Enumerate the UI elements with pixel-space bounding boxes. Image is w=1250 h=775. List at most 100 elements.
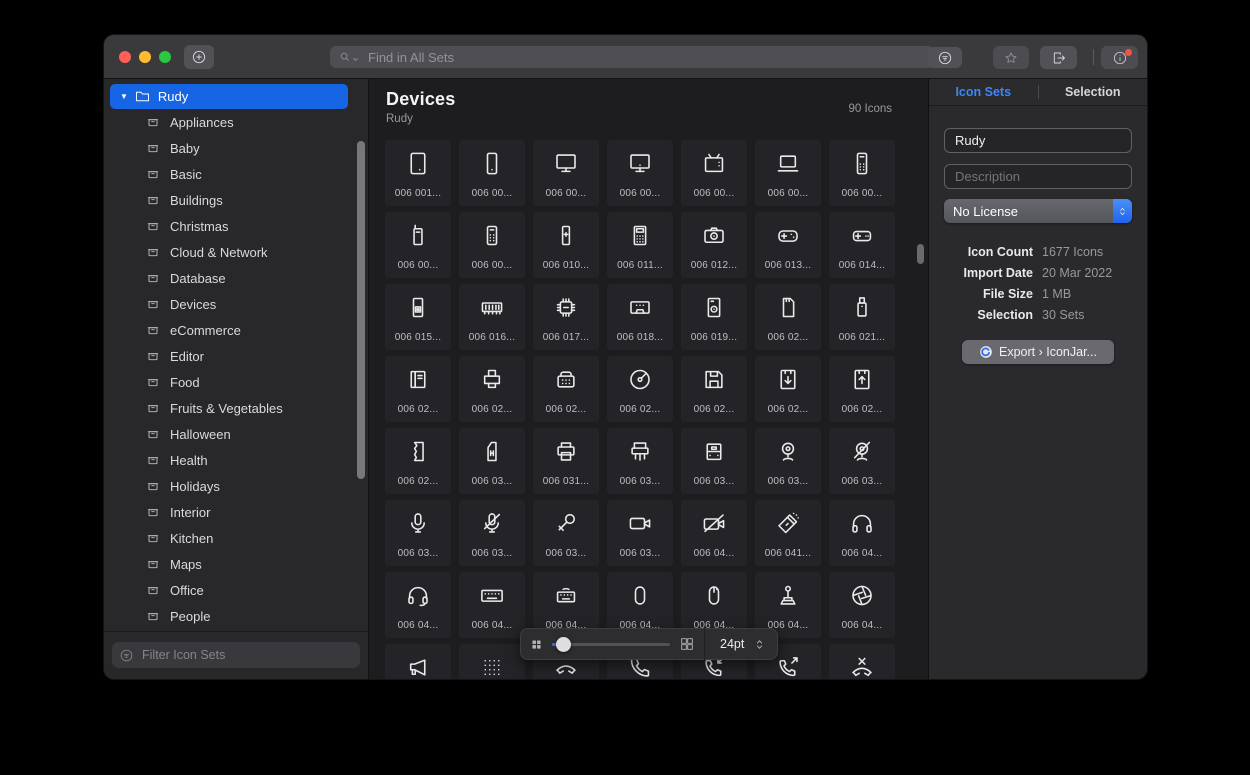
icon-tile[interactable]: 006 014... [829,212,895,278]
icon-tile[interactable]: 006 011... [607,212,673,278]
icon-tile[interactable]: 006 02... [385,428,451,494]
icon-tile[interactable]: 006 017... [533,284,599,350]
icon-tile[interactable]: 006 03... [829,428,895,494]
sidebar-item-health[interactable]: Health [104,447,368,473]
icon-tile[interactable]: 006 021... [829,284,895,350]
sidebar-item-maps[interactable]: Maps [104,551,368,577]
icon-tile[interactable]: 006 03... [385,500,451,566]
icon-tile[interactable]: 006 018... [607,284,673,350]
sidebar-item-label: Food [170,375,200,390]
icon-tile[interactable]: 006 02... [829,356,895,422]
main-scrollbar[interactable] [917,244,924,264]
slider-thumb[interactable] [556,637,571,652]
icon-tile[interactable]: 006 04... [829,572,895,638]
sidebar-item-editor[interactable]: Editor [104,343,368,369]
icon-tile[interactable]: 006 031... [533,428,599,494]
detail-value: 30 Sets [1042,308,1084,322]
sort-filter-button[interactable] [928,47,962,68]
zoom-button[interactable] [159,51,171,63]
sidebar-item-fruits-vegetables[interactable]: Fruits & Vegetables [104,395,368,421]
icon-tile[interactable]: 006 03... [459,428,525,494]
icon-tile[interactable]: 006 03... [607,500,673,566]
sidebar-item-food[interactable]: Food [104,369,368,395]
sidebar-item-people[interactable]: People [104,603,368,629]
icon-tile[interactable]: 006 00... [755,140,821,206]
icon-tile[interactable]: 006 03... [607,428,673,494]
icon-tile[interactable]: 006 00... [607,140,673,206]
icon-tile[interactable]: 006 02... [755,284,821,350]
icon-tile[interactable]: 006 02... [681,356,747,422]
detail-row: Import Date20 Mar 2022 [929,262,1147,283]
icon-tile[interactable]: 006 02... [385,356,451,422]
icon-tile[interactable]: 006 041... [755,500,821,566]
set-name-input[interactable] [953,132,1123,149]
sidebar-item-buildings[interactable]: Buildings [104,187,368,213]
icon-tile[interactable]: 006 016... [459,284,525,350]
icon-tile[interactable]: 006 00... [533,140,599,206]
search-input[interactable] [366,49,926,66]
icon-tile[interactable]: 006 04... [385,572,451,638]
sidebar-item-rudy[interactable]: ▼ Rudy [110,84,348,109]
icon-tile[interactable]: 006 00... [459,212,525,278]
export-iconjar-button[interactable]: Export › IconJar... [962,340,1114,364]
icon-tile[interactable] [829,644,895,679]
icon-tile[interactable]: 006 04... [459,572,525,638]
close-button[interactable] [119,51,131,63]
icon-tile[interactable] [459,644,525,679]
icon-tile[interactable]: 006 010... [533,212,599,278]
icon-tile[interactable]: 006 013... [755,212,821,278]
sidebar-item-ecommerce[interactable]: eCommerce [104,317,368,343]
icon-tile[interactable]: 006 00... [829,140,895,206]
sidebar-item-christmas[interactable]: Christmas [104,213,368,239]
icon-tile[interactable]: 006 03... [533,500,599,566]
tab-selection[interactable]: Selection [1039,85,1148,99]
sidebar-item-interior[interactable]: Interior [104,499,368,525]
sidebar-item-office[interactable]: Office [104,577,368,603]
icon-tile[interactable]: 006 04... [829,500,895,566]
icon-tile[interactable]: 006 02... [459,356,525,422]
icon-tile[interactable]: 006 019... [681,284,747,350]
sidebar-item-appliances[interactable]: Appliances [104,109,368,135]
sidebar-item-halloween[interactable]: Halloween [104,421,368,447]
disclosure-triangle-icon[interactable]: ▼ [120,92,128,101]
icon-tile[interactable]: 006 00... [385,212,451,278]
icon-tile[interactable]: 006 02... [533,356,599,422]
icon-tile[interactable]: 006 015... [385,284,451,350]
icon-tile[interactable]: 006 03... [681,428,747,494]
set-name-field[interactable] [944,128,1132,153]
icon-tile[interactable]: 006 00... [459,140,525,206]
icon-tile[interactable] [385,644,451,679]
sidebar-item-devices[interactable]: Devices [104,291,368,317]
sidebar-item-basic[interactable]: Basic [104,161,368,187]
icon-tile[interactable]: 006 03... [459,500,525,566]
export-toolbar-button[interactable] [1040,46,1077,69]
icon-tile[interactable]: 006 02... [755,356,821,422]
tab-icon-sets[interactable]: Icon Sets [929,85,1038,99]
sidebar-item-database[interactable]: Database [104,265,368,291]
icon-size-slider[interactable] [552,636,670,652]
filter-input[interactable] [140,647,353,663]
grid-large-icon [670,636,695,652]
remote-numpad-icon [849,150,876,177]
icon-tile[interactable]: 006 02... [607,356,673,422]
icon-tile[interactable]: 006 03... [755,428,821,494]
license-select[interactable]: No License [944,199,1132,223]
filter-field[interactable] [112,642,360,668]
sidebar-item-cloud-network[interactable]: Cloud & Network [104,239,368,265]
sidebar-item-holidays[interactable]: Holidays [104,473,368,499]
minimize-button[interactable] [139,51,151,63]
global-search-field[interactable] [330,46,934,68]
favorite-button[interactable] [993,46,1029,69]
icon-tile[interactable]: 006 012... [681,212,747,278]
sidebar-item-kitchen[interactable]: Kitchen [104,525,368,551]
icon-tile[interactable]: 006 04... [681,500,747,566]
info-button[interactable] [1101,46,1138,69]
description-input[interactable] [953,168,1123,185]
sidebar-scrollbar[interactable] [357,141,365,479]
sidebar-item-baby[interactable]: Baby [104,135,368,161]
description-field[interactable] [944,164,1132,189]
icon-tile[interactable]: 006 00... [681,140,747,206]
size-stepper[interactable] [753,638,766,651]
icon-tile[interactable]: 006 001... [385,140,451,206]
new-set-button[interactable] [184,45,214,69]
